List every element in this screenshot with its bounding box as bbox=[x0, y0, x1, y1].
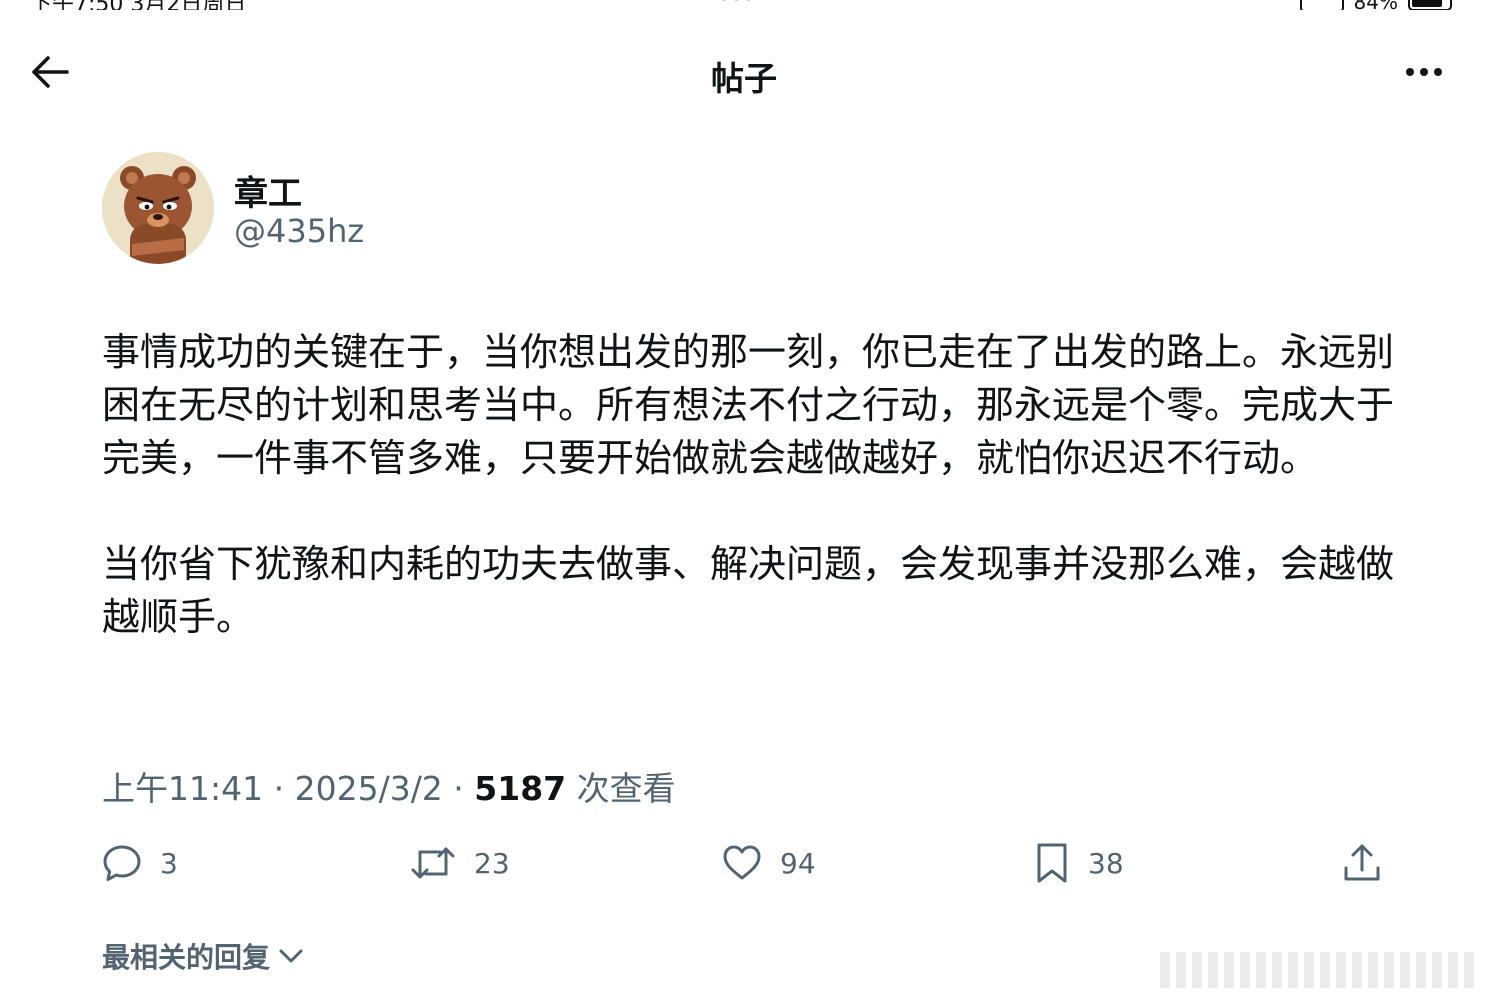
more-dot-icon bbox=[1420, 68, 1428, 76]
author-handle[interactable]: @435hz bbox=[234, 212, 364, 250]
share-button[interactable] bbox=[1342, 836, 1382, 890]
author-name[interactable]: 章工 bbox=[234, 166, 302, 215]
status-center-dots: ••• bbox=[720, 0, 757, 8]
repost-count: 23 bbox=[474, 846, 510, 880]
like-button[interactable]: 94 bbox=[722, 836, 816, 890]
meta-separator: · bbox=[442, 769, 475, 808]
bookmark-count: 38 bbox=[1088, 846, 1124, 880]
reply-icon bbox=[103, 845, 141, 881]
more-options-button[interactable] bbox=[1398, 54, 1450, 90]
reply-count: 3 bbox=[160, 846, 178, 880]
post-paragraph: 事情成功的关键在于，当你想出发的那一刻，你已走在了出发的路上。永远别困在无尽的计… bbox=[102, 330, 1395, 480]
post-paragraph: 当你省下犹豫和内耗的功夫去做事、解决问题，会发现事并没那么难，会越做越顺手。 bbox=[102, 542, 1395, 639]
more-dot-icon bbox=[1406, 68, 1414, 76]
battery-icon bbox=[1408, 0, 1452, 10]
replies-sort-dropdown[interactable]: 最相关的回复 bbox=[102, 936, 304, 976]
more-dot-icon bbox=[1434, 68, 1442, 76]
bear-avatar-icon bbox=[102, 152, 214, 264]
chevron-down-icon bbox=[279, 949, 303, 963]
action-bar: 3 23 94 38 bbox=[0, 836, 1488, 890]
bookmark-button[interactable]: 38 bbox=[1034, 836, 1124, 890]
meta-separator: · bbox=[263, 769, 295, 808]
views-label: 次查看 bbox=[566, 769, 676, 808]
top-bar: 帖子 bbox=[0, 38, 1488, 104]
battery-percent: 84% bbox=[1354, 0, 1398, 10]
repost-icon bbox=[411, 847, 455, 879]
watermark bbox=[1160, 950, 1478, 990]
like-count: 94 bbox=[780, 846, 816, 880]
post-date: 2025/3/2 bbox=[294, 769, 443, 808]
avatar[interactable] bbox=[102, 152, 214, 264]
battery-fill bbox=[1412, 0, 1442, 7]
post-text: 事情成功的关键在于，当你想出发的那一刻，你已走在了出发的路上。永远别困在无尽的计… bbox=[102, 326, 1402, 644]
page-title: 帖子 bbox=[711, 59, 777, 98]
views-count: 5187 bbox=[474, 769, 567, 808]
bookmark-icon bbox=[1037, 843, 1067, 883]
wifi-icon bbox=[1299, 0, 1344, 10]
status-bar: 下午7:50 3月2日周日 ••• 84% bbox=[0, 0, 1488, 10]
post-time: 上午11:41 bbox=[102, 769, 264, 808]
replies-sort-label: 最相关的回复 bbox=[102, 941, 271, 974]
reply-button[interactable]: 3 bbox=[102, 836, 178, 890]
status-right-group: 84% bbox=[1299, 0, 1452, 10]
heart-icon bbox=[723, 845, 761, 880]
post-meta: 上午11:41 · 2025/3/2 · 5187 次查看 bbox=[102, 762, 676, 810]
status-time: 下午7:50 3月2日周日 bbox=[30, 0, 246, 10]
repost-button[interactable]: 23 bbox=[410, 836, 510, 890]
share-icon bbox=[1344, 844, 1380, 881]
